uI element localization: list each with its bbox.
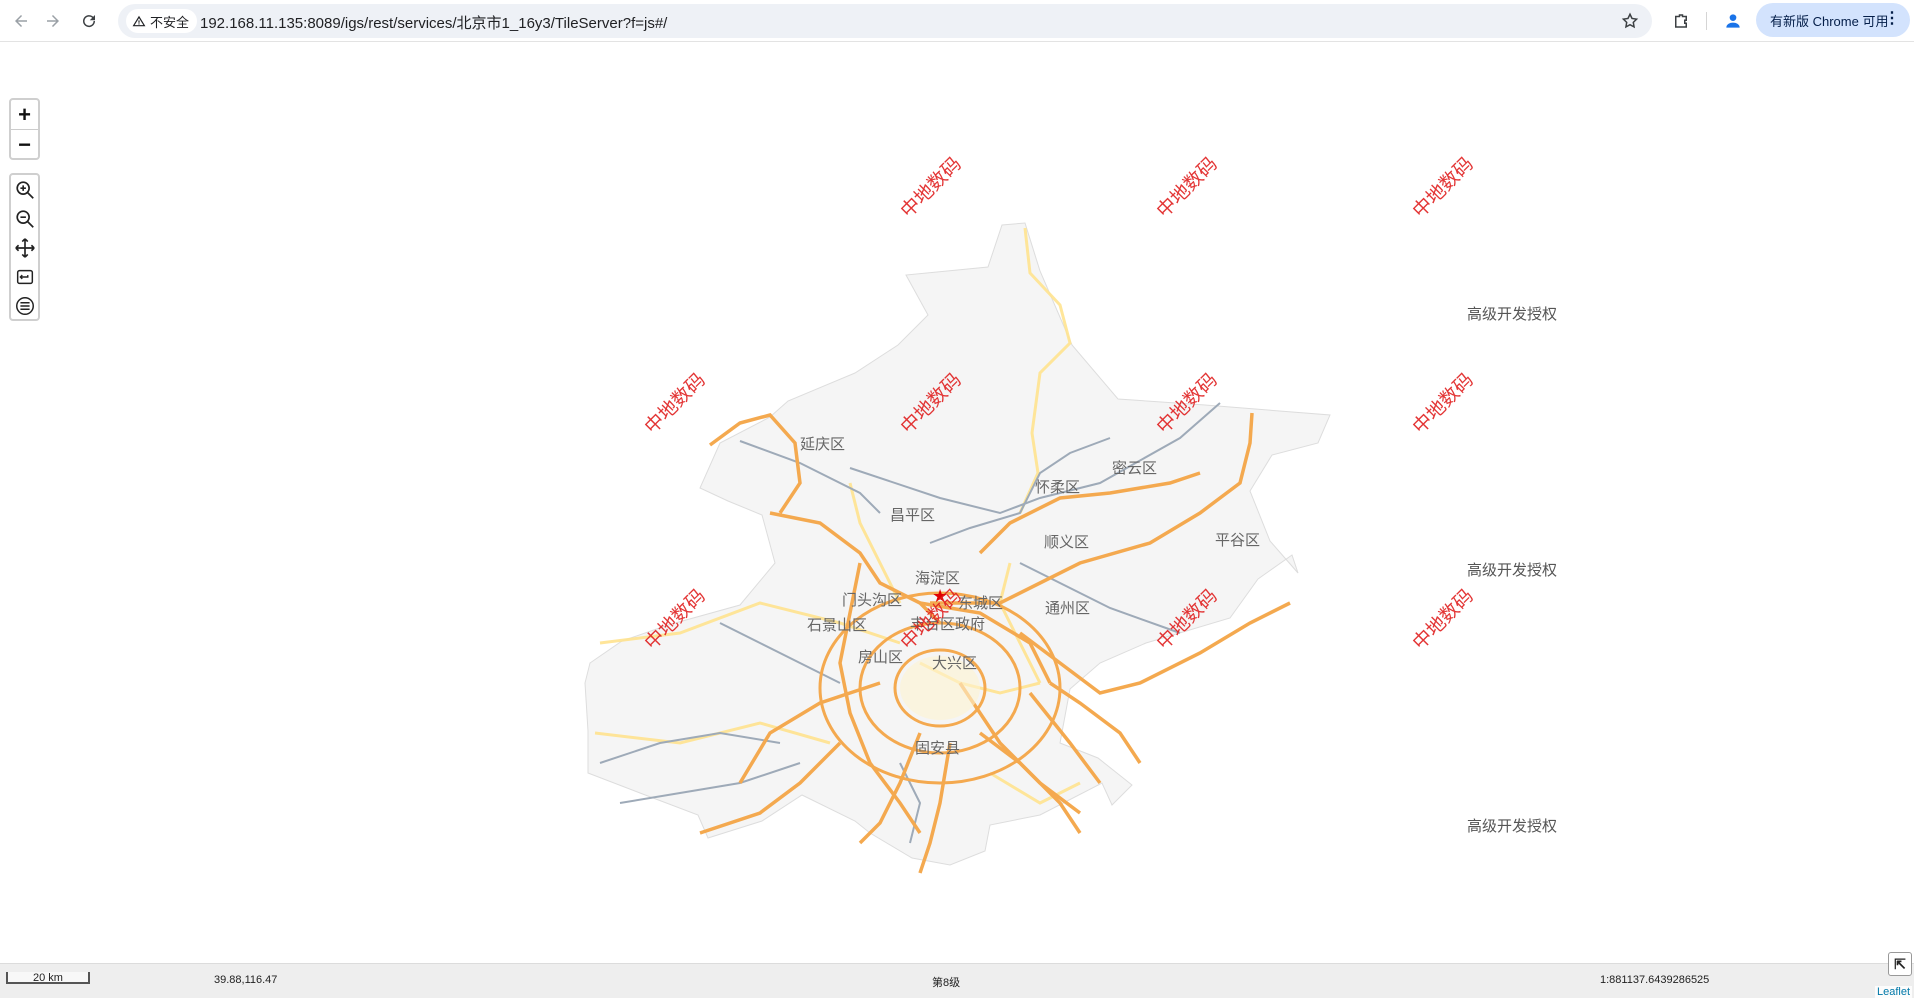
toolbar-divider bbox=[1706, 12, 1707, 30]
license-watermark: 高级开发授权 bbox=[1467, 306, 1558, 323]
zoom-control: + − bbox=[9, 98, 40, 160]
bookmark-button[interactable] bbox=[1618, 9, 1642, 33]
district-label: 顺义区 bbox=[1044, 534, 1090, 551]
zoom-in-button[interactable]: + bbox=[11, 100, 38, 130]
zoom-level: 第8级 bbox=[932, 977, 961, 989]
profile-button[interactable] bbox=[1720, 8, 1746, 34]
district-label: 大兴区 bbox=[932, 655, 978, 672]
cursor-coordinates: 39.88,116.47 bbox=[214, 974, 278, 986]
chrome-update-button[interactable]: 有新版 Chrome 可用 ⋮ bbox=[1756, 3, 1910, 37]
security-indicator[interactable]: 不安全 bbox=[126, 9, 198, 33]
warning-triangle-icon bbox=[132, 15, 146, 27]
arrow-right-icon bbox=[47, 15, 59, 27]
update-label: 有新版 Chrome 可用 bbox=[1770, 13, 1889, 29]
district-label: 通州区 bbox=[1045, 600, 1091, 617]
reload-icon bbox=[83, 15, 96, 28]
zoom-in-tool-icon bbox=[15, 180, 34, 199]
license-watermark: 高级开发授权 bbox=[1467, 562, 1558, 579]
menu-dots-icon[interactable]: ⋮ bbox=[1884, 11, 1900, 27]
address-bar[interactable]: 不安全 192.168.11.135:8089/igs/rest/service… bbox=[118, 4, 1652, 38]
reset-view-icon bbox=[16, 269, 33, 284]
pan-tool-button[interactable] bbox=[11, 233, 38, 262]
puzzle-icon bbox=[1675, 14, 1687, 28]
map-canvas[interactable] bbox=[0, 43, 1914, 963]
district-label: 平谷区 bbox=[1215, 532, 1261, 549]
extensions-button[interactable] bbox=[1668, 8, 1694, 34]
district-label: 门头沟区 bbox=[842, 592, 903, 609]
district-label: 延庆区 bbox=[800, 436, 846, 453]
star-icon bbox=[1621, 12, 1639, 29]
security-label: 不安全 bbox=[150, 14, 190, 30]
scale-bar: 20 km bbox=[6, 972, 90, 984]
arrow-left-icon bbox=[15, 15, 27, 27]
layer-list-button[interactable] bbox=[11, 291, 38, 320]
map-view[interactable]: 延庆区 怀柔区 密云区 昌平区 顺义区 平谷区 海淀区 门头沟区 东城区 通州区… bbox=[0, 43, 1914, 963]
map-status-bar: ⇱ 20 km 39.88,116.47 第8级 1:881137.643928… bbox=[0, 952, 1914, 998]
forward-button[interactable] bbox=[40, 8, 66, 34]
map-tools bbox=[9, 173, 40, 321]
browser-toolbar: 不安全 192.168.11.135:8089/igs/rest/service… bbox=[0, 0, 1914, 42]
zoom-out-button[interactable]: − bbox=[11, 130, 38, 158]
district-label: 密云区 bbox=[1112, 460, 1158, 477]
zoom-in-tool-button[interactable] bbox=[11, 175, 38, 204]
license-watermark: 高级开发授权 bbox=[1467, 818, 1558, 835]
district-label: 怀柔区 bbox=[1035, 479, 1081, 496]
back-button[interactable] bbox=[8, 8, 34, 34]
district-label: 房山区 bbox=[858, 649, 904, 666]
reset-view-button[interactable] bbox=[11, 262, 38, 291]
attribution-link[interactable]: Leaflet bbox=[1874, 986, 1912, 998]
collapse-icon[interactable]: ⇱ bbox=[1888, 952, 1912, 976]
reload-button[interactable] bbox=[76, 8, 102, 34]
avatar-icon bbox=[1726, 14, 1740, 28]
scale-ratio: 1:881137.6439286525 bbox=[1600, 974, 1710, 986]
zoom-out-tool-button[interactable] bbox=[11, 204, 38, 233]
url-text[interactable]: 192.168.11.135:8089/igs/rest/services/北京… bbox=[200, 12, 667, 33]
district-label: 昌平区 bbox=[890, 507, 936, 524]
district-label: 固安县 bbox=[915, 740, 961, 757]
zoom-out-tool-icon bbox=[15, 209, 34, 228]
layer-list-icon bbox=[15, 296, 34, 315]
district-label: 海淀区 bbox=[915, 570, 961, 587]
pan-tool-icon bbox=[14, 237, 35, 258]
district-label: 石景山区 bbox=[807, 617, 868, 634]
